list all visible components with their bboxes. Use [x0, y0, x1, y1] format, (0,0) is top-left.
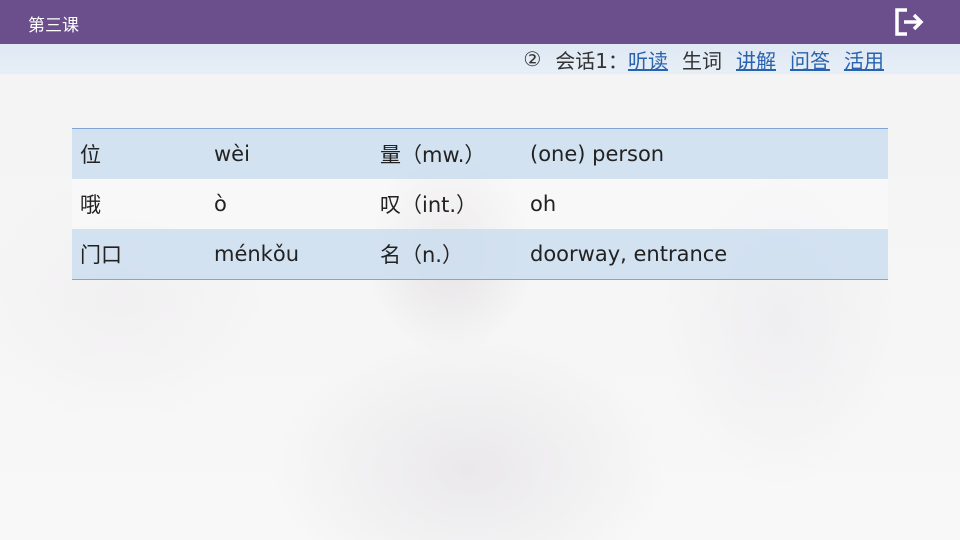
- section-label: 会话1：: [555, 48, 628, 73]
- exit-icon: [895, 8, 924, 36]
- vocab-meaning: (one) person: [530, 142, 665, 166]
- nav-q-and-a[interactable]: 问答: [790, 45, 830, 74]
- table-row: 哦 ò 叹（int.） oh: [72, 179, 888, 229]
- vocab-pos: 量（mw.）: [380, 143, 486, 167]
- section-nav: ② 会话1： 听读 生词 讲解 问答 活用: [523, 45, 884, 74]
- vocab-pos: 叹（int.）: [380, 193, 478, 217]
- vocab-pinyin: ò: [214, 192, 227, 216]
- nav-explanation[interactable]: 讲解: [736, 45, 776, 74]
- vocab-table: 位 wèi 量（mw.） (one) person 哦 ò 叹（int.） oh…: [72, 128, 888, 280]
- nav-listen-read[interactable]: 听读: [628, 45, 668, 74]
- vocab-pinyin: wèi: [214, 142, 250, 166]
- vocab-hanzi: 哦: [80, 193, 101, 217]
- vocab-pos: 名（n.）: [380, 243, 463, 267]
- lesson-title: 第三课: [28, 16, 79, 36]
- exit-button[interactable]: [893, 6, 927, 38]
- table-row: 门口 ménkǒu 名（n.） doorway, entrance: [72, 229, 888, 279]
- vocab-hanzi: 位: [80, 143, 101, 167]
- nav-practice[interactable]: 活用: [844, 45, 884, 74]
- vocab-hanzi: 门口: [80, 243, 122, 267]
- vocab-meaning: doorway, entrance: [530, 242, 728, 266]
- nav-new-words: 生词: [682, 48, 722, 73]
- header-bar: 第三课: [0, 0, 960, 44]
- table-row: 位 wèi 量（mw.） (one) person: [72, 129, 888, 179]
- section-number: ②: [523, 47, 542, 71]
- vocab-pinyin: ménkǒu: [214, 242, 300, 266]
- vocab-meaning: oh: [530, 192, 557, 216]
